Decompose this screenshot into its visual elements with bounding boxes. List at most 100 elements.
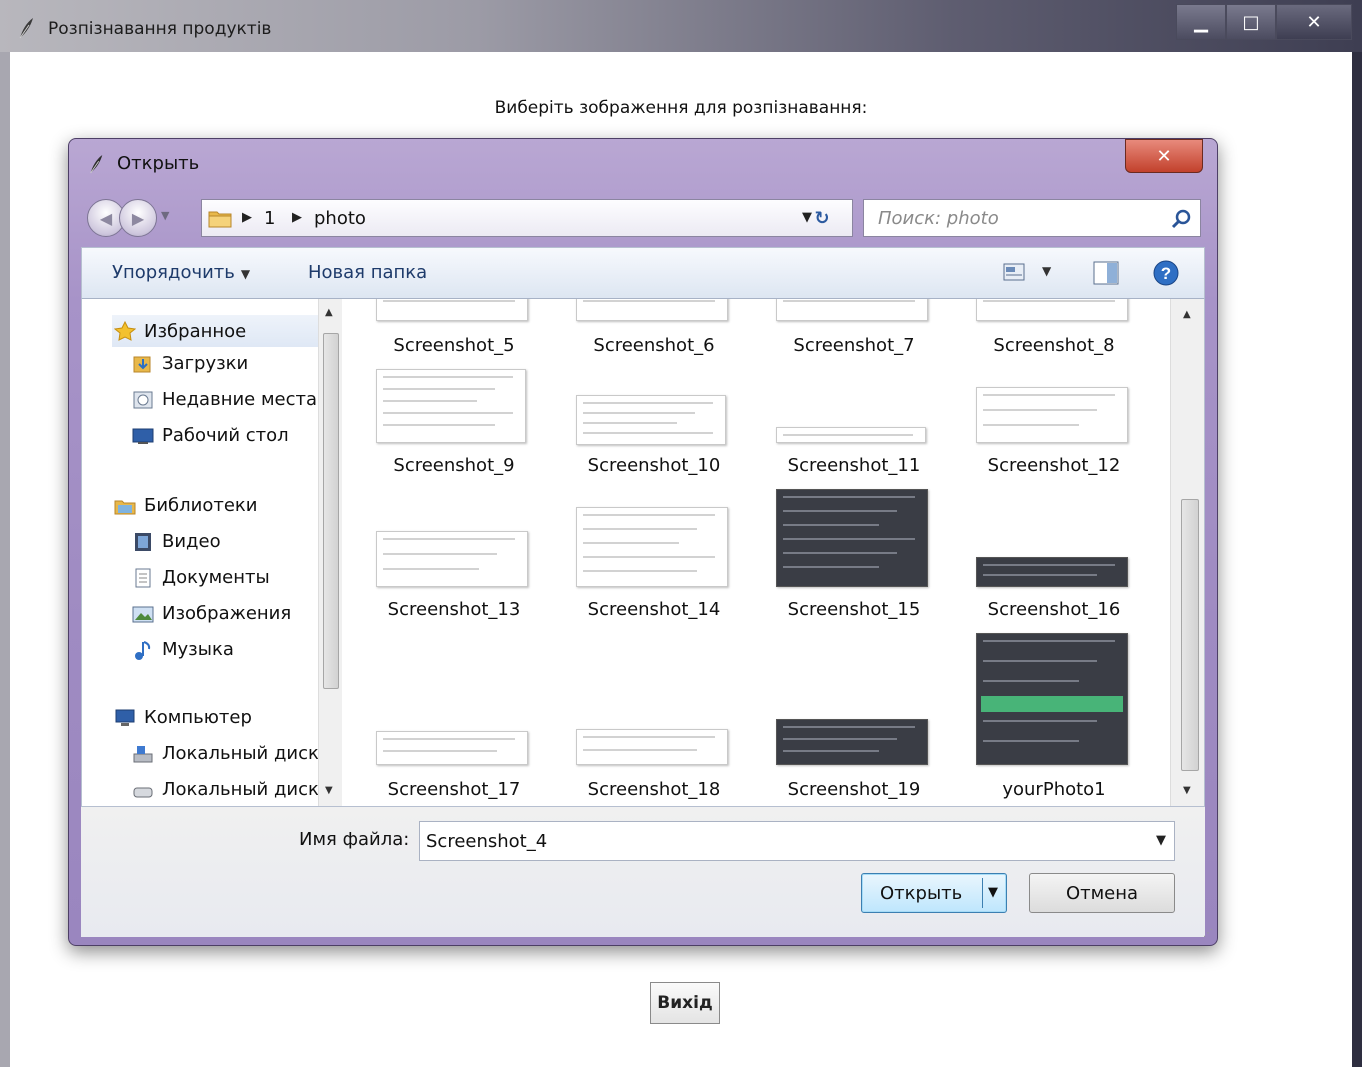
resize-grip-icon[interactable]: ⋰ xyxy=(1203,928,1213,939)
search-icon[interactable] xyxy=(1170,208,1192,230)
view-icon[interactable] xyxy=(1002,260,1026,284)
file-thumbnail[interactable] xyxy=(376,299,528,321)
file-name[interactable]: Screenshot_5 xyxy=(354,335,554,356)
nav-item-computer[interactable]: Компьютер xyxy=(114,707,252,728)
file-thumbnail[interactable] xyxy=(776,427,926,443)
scroll-up-icon[interactable]: ▲ xyxy=(1183,309,1191,320)
nav-item-video[interactable]: Видео xyxy=(132,531,221,552)
breadcrumb-separator[interactable]: ▶ xyxy=(242,210,252,225)
file-name[interactable]: Screenshot_12 xyxy=(954,455,1154,476)
file-name[interactable]: yourPhoto1 xyxy=(954,779,1154,800)
nav-item-desktop[interactable]: Рабочий стол xyxy=(132,425,289,446)
file-thumbnail[interactable] xyxy=(976,299,1128,321)
file-thumbnail[interactable] xyxy=(576,729,728,765)
file-name[interactable]: Screenshot_11 xyxy=(754,455,954,476)
window-controls: ▁ □ ✕ xyxy=(1176,4,1352,40)
chevron-down-icon[interactable]: ▼ xyxy=(988,885,998,900)
thumbnail-line xyxy=(983,564,1115,566)
nav-label: Избранное xyxy=(144,320,247,342)
preview-pane-icon[interactable] xyxy=(1092,260,1120,286)
nav-item-music[interactable]: Музыка xyxy=(132,639,234,660)
file-thumbnail[interactable] xyxy=(576,507,728,587)
file-thumbnail[interactable] xyxy=(376,531,528,587)
file-name[interactable]: Screenshot_10 xyxy=(554,455,754,476)
nav-item-pictures[interactable]: Изображения xyxy=(132,603,291,624)
file-thumbnail[interactable] xyxy=(776,489,928,587)
file-thumbnail[interactable] xyxy=(576,395,726,445)
nav-label: Музыка xyxy=(162,639,234,660)
maximize-button[interactable]: □ xyxy=(1226,4,1276,40)
help-icon[interactable]: ? xyxy=(1152,259,1180,287)
file-name[interactable]: Screenshot_8 xyxy=(954,335,1154,356)
file-name[interactable]: Screenshot_19 xyxy=(754,779,954,800)
refresh-icon[interactable]: ↻ xyxy=(807,205,837,231)
file-thumbnail[interactable] xyxy=(976,633,1128,765)
file-name[interactable]: Screenshot_14 xyxy=(554,599,754,620)
file-thumbnail[interactable] xyxy=(976,557,1128,587)
search-placeholder: Поиск: photo xyxy=(878,208,999,229)
chevron-down-icon[interactable]: ▼ xyxy=(1156,833,1166,848)
svg-text:?: ? xyxy=(1161,264,1171,283)
close-button[interactable]: ✕ xyxy=(1276,4,1352,40)
documents-icon xyxy=(135,568,151,587)
breadcrumb-item[interactable]: 1 xyxy=(264,208,275,229)
file-thumbnail[interactable] xyxy=(776,299,928,321)
organize-button[interactable]: Упорядочить ▼ xyxy=(112,262,250,283)
scrollbar-thumb[interactable] xyxy=(323,333,339,689)
search-box[interactable]: Поиск: photo xyxy=(863,199,1201,237)
thumbnail-line xyxy=(983,680,1079,682)
downloads-icon xyxy=(133,356,151,372)
exit-button[interactable]: Вихід xyxy=(650,982,720,1024)
file-name[interactable]: Screenshot_15 xyxy=(754,599,954,620)
file-thumbnail[interactable] xyxy=(376,369,526,443)
nav-item-favorites[interactable]: Избранное xyxy=(112,315,318,347)
file-name[interactable]: Screenshot_13 xyxy=(354,599,554,620)
file-thumbnail[interactable] xyxy=(976,387,1128,443)
file-name[interactable]: Screenshot_7 xyxy=(754,335,954,356)
thumbnail-line xyxy=(983,740,1079,742)
scroll-up-icon[interactable]: ▲ xyxy=(325,307,333,318)
open-button[interactable]: Открыть ▼ xyxy=(861,873,1007,913)
app-titlebar[interactable]: Розпізнавання продуктів ▁ □ ✕ xyxy=(0,0,1362,52)
breadcrumb-separator[interactable]: ▶ xyxy=(292,210,302,225)
navigation-scrollbar[interactable]: ▲ ▼ xyxy=(318,299,342,806)
thumbnail-line xyxy=(783,300,915,302)
file-grid-scrollbar[interactable]: ▲ ▼ xyxy=(1170,299,1204,806)
file-name[interactable]: Screenshot_16 xyxy=(954,599,1154,620)
file-name[interactable]: Screenshot_17 xyxy=(354,779,554,800)
nav-item-recent-places[interactable]: Недавние места xyxy=(132,389,317,410)
nav-item-local-disk-2[interactable]: Локальный диск xyxy=(132,779,319,800)
thumbnail-line xyxy=(983,394,1115,396)
view-options-dropdown[interactable]: ▼ xyxy=(1042,264,1051,278)
recent-places-icon xyxy=(133,391,153,408)
thumbnail-line xyxy=(583,412,695,414)
address-bar[interactable]: ▶ 1 ▶ photo ▼ xyxy=(201,199,853,237)
thumbnail-line xyxy=(583,556,715,558)
music-icon xyxy=(135,640,151,660)
thumbnail-line xyxy=(383,400,477,402)
scroll-down-icon[interactable]: ▼ xyxy=(325,785,333,796)
forward-button[interactable]: ▶ xyxy=(119,199,157,237)
thumbnail-line xyxy=(783,510,897,512)
file-name[interactable]: Screenshot_9 xyxy=(354,455,554,476)
thumbnail-line xyxy=(783,524,879,526)
minimize-button[interactable]: ▁ xyxy=(1176,4,1226,40)
recent-locations-dropdown[interactable]: ▼ xyxy=(161,209,169,222)
filename-input[interactable]: Screenshot_4 ▼ xyxy=(419,821,1175,861)
breadcrumb-item[interactable]: photo xyxy=(314,208,366,229)
window-frame-right xyxy=(1352,52,1362,1067)
cancel-button[interactable]: Отмена xyxy=(1029,873,1175,913)
dialog-close-button[interactable]: ✕ xyxy=(1125,139,1203,173)
new-folder-button[interactable]: Новая папка xyxy=(308,262,427,283)
scroll-down-icon[interactable]: ▼ xyxy=(1183,785,1191,796)
file-thumbnail[interactable] xyxy=(376,731,528,765)
file-thumbnail[interactable] xyxy=(576,299,728,321)
nav-item-local-disk[interactable]: Локальный диск xyxy=(132,743,319,764)
file-name[interactable]: Screenshot_18 xyxy=(554,779,754,800)
nav-item-libraries[interactable]: Библиотеки xyxy=(114,495,258,516)
scrollbar-thumb[interactable] xyxy=(1181,499,1199,771)
nav-item-downloads[interactable]: Загрузки xyxy=(132,353,248,374)
file-thumbnail[interactable] xyxy=(776,719,928,765)
file-name[interactable]: Screenshot_6 xyxy=(554,335,754,356)
nav-item-documents[interactable]: Документы xyxy=(132,567,270,588)
